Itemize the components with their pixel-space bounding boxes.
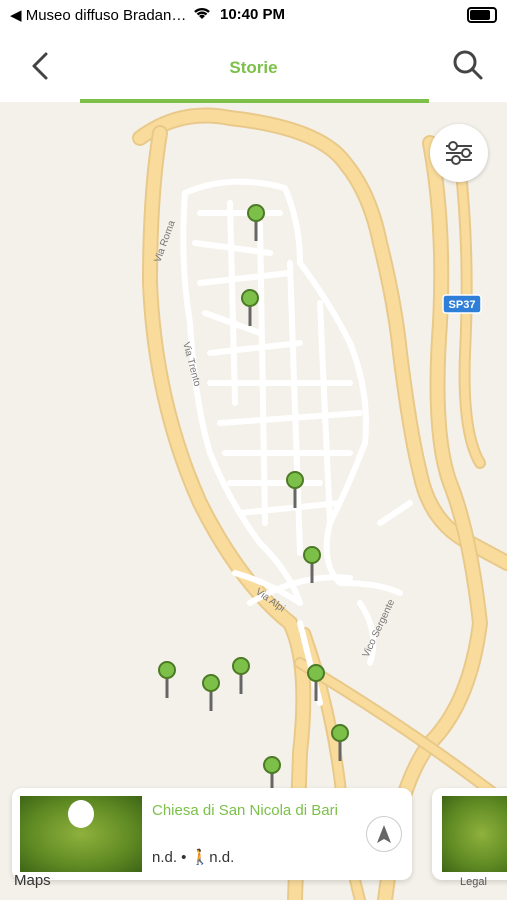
place-card[interactable]: Chiesa di San Nicola di Bari n.d. • 🚶n.d… [12, 788, 412, 880]
next-place-card[interactable] [432, 788, 507, 880]
status-bar: ◀ Museo diffuso Bradan… 10:40 PM [0, 0, 507, 30]
sliders-icon [446, 141, 472, 165]
navigation-arrow-icon [377, 825, 391, 843]
svg-text:SP37: SP37 [449, 299, 476, 311]
nav-bar: Storie [0, 30, 507, 102]
map-view[interactable]: Via Roma Via Trento Via Alpi Vico Sergen… [0, 103, 507, 900]
search-icon [453, 50, 483, 80]
directions-button[interactable] [366, 816, 402, 852]
back-to-app-link[interactable]: ◀ Museo diffuso Bradan… [10, 6, 186, 24]
search-button[interactable] [451, 48, 485, 82]
place-meta: n.d. • 🚶n.d. [152, 849, 235, 866]
sp37-badge: SP37 [442, 294, 482, 314]
wifi-icon [192, 5, 212, 25]
apple-maps-logo: Maps [14, 872, 51, 889]
coat-of-arms-icon [68, 800, 94, 828]
legal-link[interactable]: Legal [460, 876, 487, 888]
place-title[interactable]: Chiesa di San Nicola di Bari [152, 802, 338, 819]
place-thumbnail [20, 796, 142, 872]
battery-icon [467, 7, 497, 23]
next-place-thumbnail [442, 796, 507, 872]
page-title: Storie [229, 58, 278, 77]
filter-button[interactable] [430, 124, 488, 182]
status-time: 10:40 PM [220, 6, 286, 23]
